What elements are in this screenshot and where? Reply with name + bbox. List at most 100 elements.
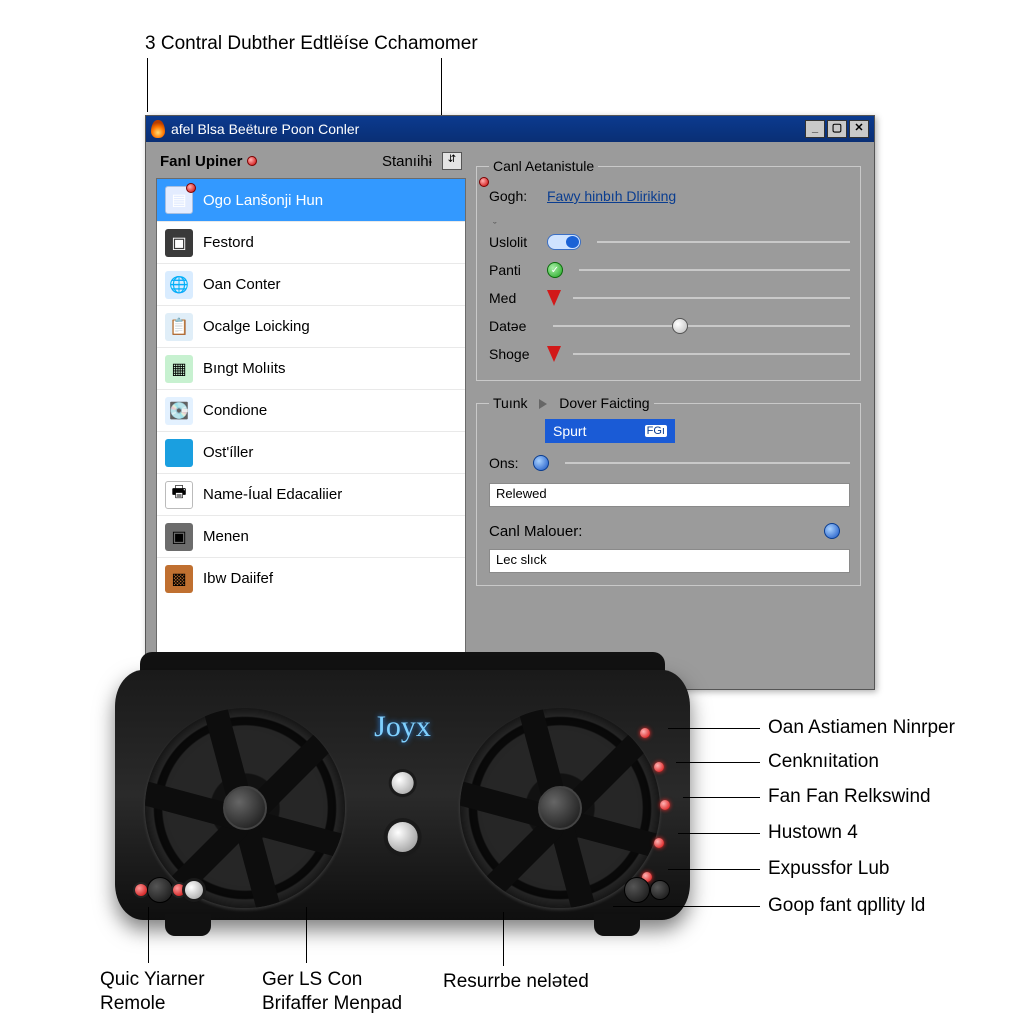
leader-line	[503, 912, 504, 966]
minimize-button[interactable]: _	[805, 120, 825, 138]
settings-panel: Canl Aetanistule Gogh: Fawy hinbıh Dliri…	[476, 158, 861, 600]
check-icon[interactable]: ✓	[547, 262, 563, 278]
list-item[interactable]: 📋 Ocalge Loicking	[157, 305, 465, 347]
list-item[interactable]: 🌐 Oan Conter	[157, 263, 465, 305]
link-value[interactable]: Fawy hinbıh Dliriking	[547, 188, 676, 204]
slider[interactable]	[573, 353, 850, 355]
base-controls	[135, 872, 670, 908]
malouer-row: Canl Malouer:	[489, 517, 850, 545]
setting-label: Uslolit	[489, 234, 547, 250]
callout-bottom-c: Resurrbe neləted	[443, 970, 589, 995]
left-header-title: Fanl Upiner	[160, 153, 243, 170]
leader-line	[668, 728, 760, 729]
callout-bottom-a2: Remole	[100, 992, 165, 1017]
document-icon: ▤	[165, 186, 193, 214]
panel-icon: ▣	[165, 523, 193, 551]
status-led-icon	[654, 762, 664, 772]
arrow-right-icon	[539, 399, 547, 409]
callout-right-f: Goop fant qpllity ld	[768, 894, 925, 919]
orb-icon[interactable]	[533, 455, 549, 471]
setting-row: Datəe	[489, 312, 850, 340]
callout-right-b: Cenknıitation	[768, 750, 879, 775]
callout-bottom-b2: Brifaffer Menpad	[262, 992, 402, 1017]
ons-row: Ons:	[489, 449, 850, 477]
slider[interactable]	[573, 297, 850, 299]
list-item-label: Condione	[203, 402, 267, 419]
leader-line	[678, 833, 760, 834]
list-item-label: Bıngt Molıits	[203, 360, 286, 377]
callout-bottom-a1: Quic Yiarner	[100, 968, 205, 993]
center-button[interactable]	[392, 772, 414, 794]
setting-label: Canl Malouer:	[489, 523, 824, 540]
list-item[interactable]: 💽 Condione	[157, 389, 465, 431]
lec-input[interactable]: Lec slıck	[489, 549, 850, 573]
maximize-button[interactable]: ▢	[827, 120, 847, 138]
list-item-label: Festord	[203, 234, 254, 251]
leader-line	[148, 907, 149, 963]
setting-row: Shoge	[489, 340, 850, 368]
list-item-label: Ibw Daiifef	[203, 570, 273, 587]
group-legend: Canl Aetanistule	[489, 158, 598, 174]
spurt-tag: FGı	[645, 425, 667, 437]
list-item[interactable]: ▣ Menen	[157, 515, 465, 557]
device-logo: Joyx	[374, 710, 431, 744]
setting-row: Panti ✓	[489, 256, 850, 284]
setting-label: Shoge	[489, 346, 547, 362]
left-header-right: Stanıihɨ	[382, 153, 432, 170]
base-button[interactable]	[185, 881, 203, 899]
list-item-label: Oan Conter	[203, 276, 281, 293]
status-led-icon	[660, 800, 670, 810]
link-row: Gogh: Fawy hinbıh Dliriking	[489, 182, 850, 210]
list-item-label: Ogo Lanšonji Hun	[203, 192, 323, 209]
leader-line	[676, 762, 760, 763]
leader-line	[683, 797, 684, 798]
callout-right-e: Expussfor Lub	[768, 857, 889, 882]
group-legend: Tuınk Dover Faicting	[489, 395, 654, 411]
callout-right-a: Oan Astiamen Ninrper	[768, 716, 955, 741]
callout-bottom-b1: Ger LS Con	[262, 968, 362, 993]
slider[interactable]	[579, 269, 850, 271]
status-led-icon	[640, 728, 650, 738]
list-item[interactable]: 🖶 Name-Íual Edacaliier	[157, 473, 465, 515]
status-dot-icon	[247, 156, 257, 166]
slider[interactable]	[553, 325, 850, 327]
power-led-icon	[135, 884, 147, 896]
setting-label: Ons:	[489, 455, 533, 471]
window-title: afel Blsa Beëture Poon Conler	[171, 121, 359, 137]
list-item[interactable]: ▣ Festord	[157, 221, 465, 263]
titlebar: afel Blsa Beëture Poon Conler _ ▢ ✕	[146, 116, 874, 142]
arrow-down-icon	[547, 290, 561, 306]
spurt-selector[interactable]: Spurt FGı	[545, 419, 675, 443]
toggle-switch[interactable]	[547, 234, 581, 250]
list-item[interactable]: ▦ Bıngt Molıits	[157, 347, 465, 389]
leader-line	[668, 869, 760, 870]
list-item[interactable]: Ost'íller	[157, 431, 465, 473]
list-item-label: Ost'íller	[203, 444, 253, 461]
list-item[interactable]: ▩ Ibw Daiifef	[157, 557, 465, 599]
slider[interactable]	[565, 462, 850, 464]
status-led-icon	[654, 838, 664, 848]
app-flame-icon	[151, 120, 165, 138]
center-knob[interactable]	[388, 822, 418, 852]
leader-line	[306, 907, 307, 963]
list-item[interactable]: ▤ Ogo Lanšonji Hun	[157, 179, 465, 221]
close-button[interactable]: ✕	[849, 120, 869, 138]
group-aetanistule: Canl Aetanistule Gogh: Fawy hinbıh Dliri…	[476, 158, 861, 381]
app-window: afel Blsa Beëture Poon Conler _ ▢ ✕ Fanl…	[145, 115, 875, 690]
relewed-input[interactable]: Relewed	[489, 483, 850, 507]
callout-right-d: Hustown 4	[768, 821, 858, 846]
base-knob[interactable]	[650, 880, 670, 900]
base-knob[interactable]	[624, 877, 650, 903]
group-faicting: Tuınk Dover Faicting Spurt FGı Ons: Rele…	[476, 395, 861, 586]
setting-row: Uslolit	[489, 228, 850, 256]
globe-icon: 🌐	[165, 271, 193, 299]
sort-toggle-button[interactable]: ⇵	[442, 152, 462, 170]
orb-icon[interactable]	[824, 523, 840, 539]
list-item-label: Name-Íual Edacaliier	[203, 486, 342, 503]
base-knob[interactable]	[147, 877, 173, 903]
grid-icon: ▦	[165, 355, 193, 383]
callout-top: 3 Contral Dubther Edtlëíse Cchamomer	[145, 32, 478, 57]
tile-icon	[165, 439, 193, 467]
slider[interactable]	[597, 241, 850, 243]
callout-right-c: Fan Fan Relkswind	[768, 785, 931, 810]
